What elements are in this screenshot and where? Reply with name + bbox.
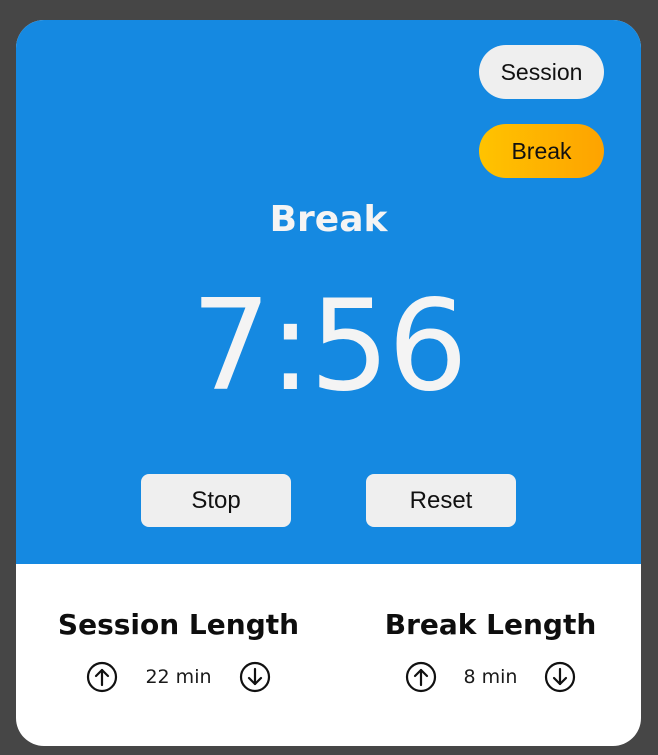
session-increment-button[interactable]	[85, 660, 119, 694]
reset-button[interactable]: Reset	[366, 474, 516, 527]
break-length-value: 8 min	[463, 666, 518, 688]
arrow-up-circle-icon	[405, 661, 436, 693]
break-mode-button[interactable]: Break	[479, 124, 604, 178]
break-length-title: Break Length	[384, 608, 597, 641]
break-increment-button[interactable]	[404, 660, 438, 694]
session-decrement-button[interactable]	[238, 660, 272, 694]
pomodoro-card: Session Break Break 7:56 Stop Reset Sess…	[16, 20, 641, 746]
session-mode-button[interactable]: Session	[479, 45, 604, 99]
break-length-controls: 8 min	[378, 660, 603, 694]
arrow-down-circle-icon	[239, 661, 270, 693]
timer-display: 7:56	[191, 272, 468, 419]
session-length-group: Session Length 22 min	[56, 606, 301, 694]
session-length-title: Session Length	[57, 608, 300, 641]
stop-button[interactable]: Stop	[141, 474, 291, 527]
session-length-controls: 22 min	[56, 660, 301, 694]
break-length-group: Break Length 8 min	[378, 606, 603, 694]
break-decrement-button[interactable]	[543, 660, 577, 694]
timer-panel: Session Break Break 7:56 Stop Reset	[16, 20, 641, 564]
mode-title: Break	[269, 199, 388, 240]
session-length-value: 22 min	[145, 666, 212, 688]
arrow-up-circle-icon	[87, 661, 118, 693]
arrow-down-circle-icon	[545, 661, 576, 693]
